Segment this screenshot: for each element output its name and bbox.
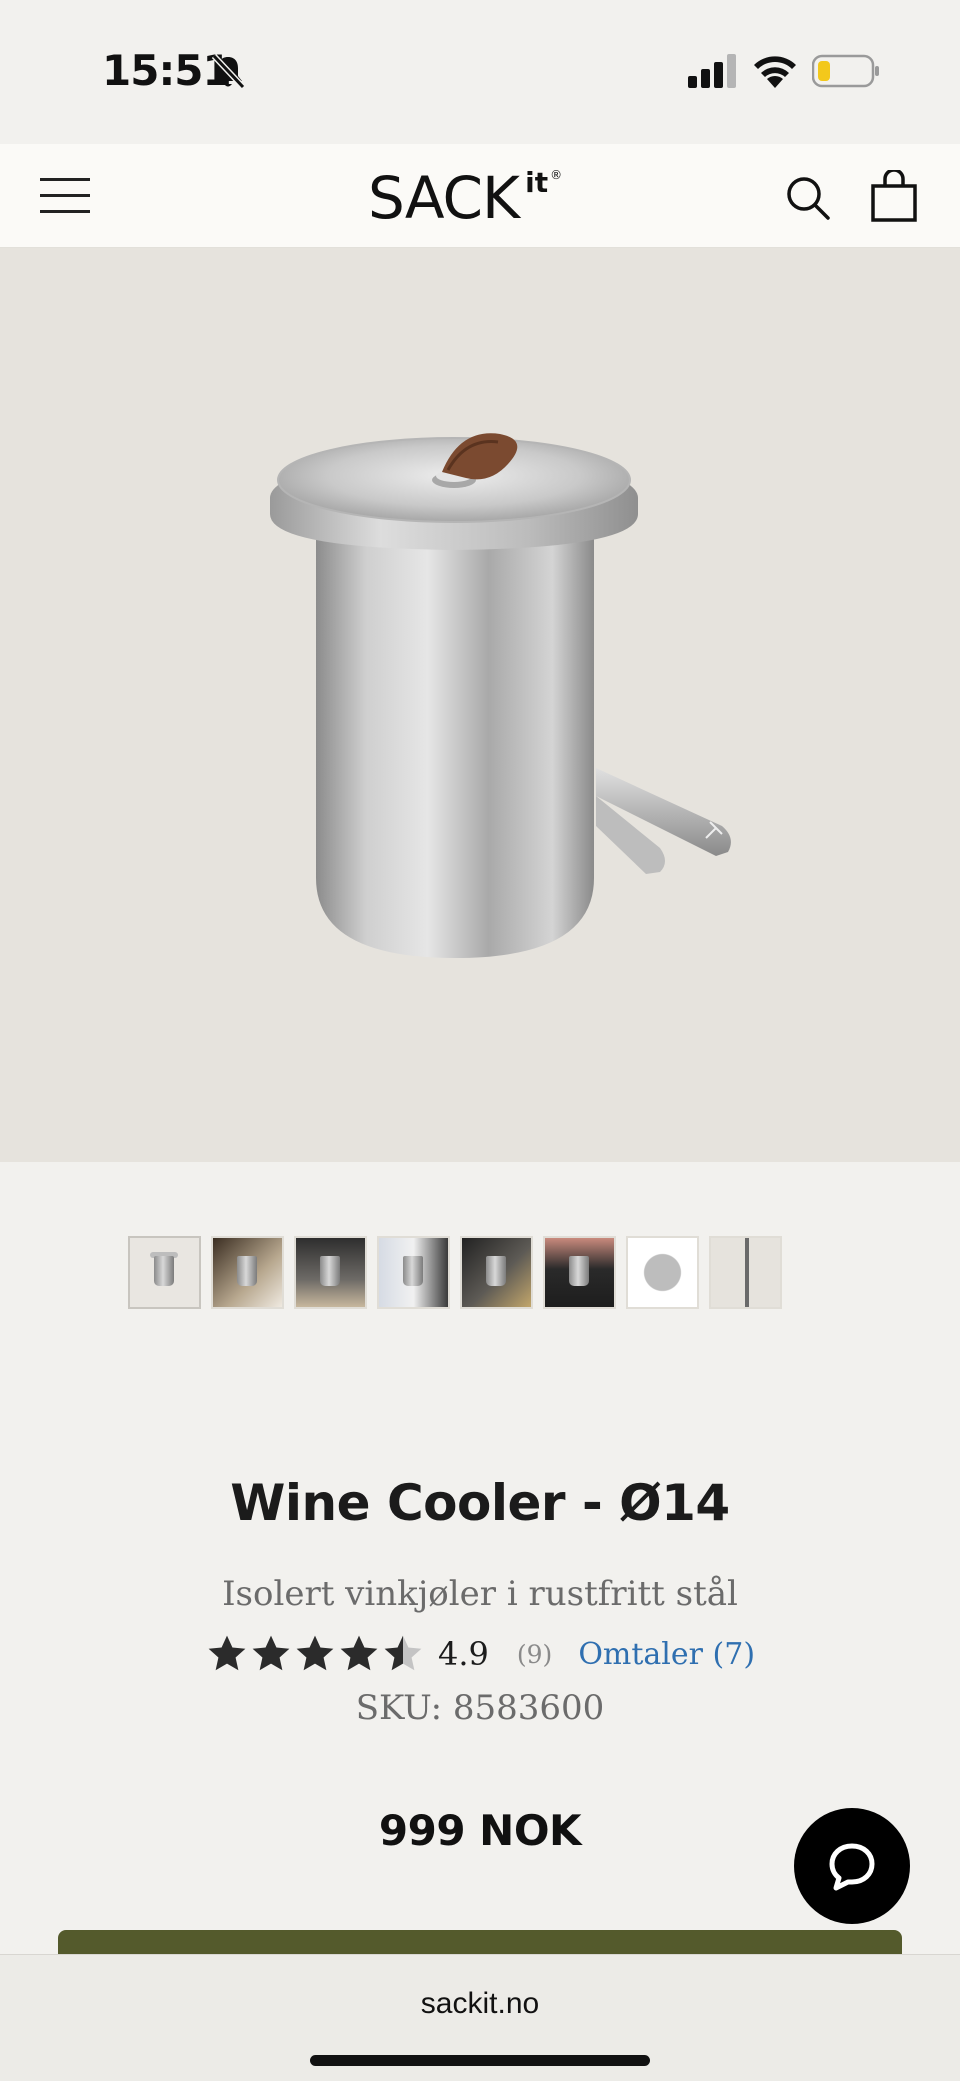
url-text[interactable]: sackit.no xyxy=(0,1987,960,2021)
browser-address-bar[interactable]: sackit.no xyxy=(0,1954,960,2081)
wifi-icon xyxy=(754,56,796,88)
product-hero-image[interactable] xyxy=(0,248,960,1162)
status-bar: 15:51 xyxy=(0,0,960,144)
thumbnail-2[interactable] xyxy=(211,1236,284,1309)
shopping-bag-icon[interactable] xyxy=(870,170,918,222)
rating-row: 4.9 (9) Omtaler (7) xyxy=(206,1630,755,1678)
thumbnail-8[interactable] xyxy=(709,1236,782,1309)
site-logo[interactable]: SACK it ® xyxy=(368,166,562,230)
chat-button[interactable] xyxy=(794,1808,910,1924)
rating-count: (9) xyxy=(516,1639,553,1669)
thumbnail-3[interactable] xyxy=(294,1236,367,1309)
product-subtitle: Isolert vinkjøler i rustfritt stål xyxy=(222,1574,738,1614)
rating-stars[interactable] xyxy=(206,1633,424,1675)
star-icon xyxy=(208,1635,246,1671)
signal-icon xyxy=(688,54,736,88)
star-half-icon xyxy=(384,1635,422,1671)
search-icon[interactable] xyxy=(784,174,832,222)
wine-cooler-image xyxy=(270,433,731,958)
thumbnail-strip xyxy=(128,1236,782,1309)
thumbnail-4[interactable] xyxy=(377,1236,450,1309)
thumbnail-5[interactable] xyxy=(460,1236,533,1309)
star-icon xyxy=(252,1635,290,1671)
product-sku: SKU: 8583600 xyxy=(355,1688,605,1728)
thumbnail-7[interactable] xyxy=(626,1236,699,1309)
battery-low-icon xyxy=(812,54,879,88)
star-icon xyxy=(296,1635,334,1671)
site-header: SACK it ® xyxy=(0,144,960,248)
home-indicator[interactable] xyxy=(310,2055,650,2066)
rating-value: 4.9 xyxy=(438,1635,489,1673)
star-icon xyxy=(340,1635,378,1671)
thumbnail-1[interactable] xyxy=(128,1236,201,1309)
hamburger-menu-icon[interactable] xyxy=(40,178,94,218)
bell-slash-icon xyxy=(211,53,246,90)
product-title: Wine Cooler - Ø14 xyxy=(230,1474,730,1532)
reviews-link[interactable]: Omtaler (7) xyxy=(578,1637,755,1672)
thumbnail-6[interactable] xyxy=(543,1236,616,1309)
chat-bubble-icon xyxy=(829,1843,875,1891)
